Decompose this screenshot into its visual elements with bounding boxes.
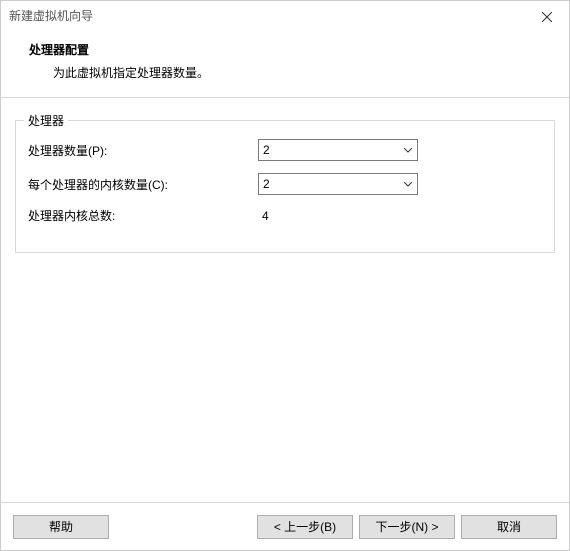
- select-processor-count-value: 2: [263, 143, 399, 157]
- wizard-header: 处理器配置 为此虚拟机指定处理器数量。: [1, 31, 569, 97]
- processors-group-legend: 处理器: [24, 112, 68, 129]
- button-bar: 帮助 < 上一步(B) 下一步(N) > 取消: [1, 502, 569, 550]
- label-total-cores: 处理器内核总数:: [28, 207, 258, 224]
- chevron-down-icon: [399, 145, 417, 156]
- label-cores-per-processor: 每个处理器的内核数量(C):: [28, 176, 258, 193]
- window-title: 新建虚拟机向导: [9, 9, 93, 23]
- page-subtitle: 为此虚拟机指定处理器数量。: [53, 64, 547, 81]
- select-cores-per-processor-value: 2: [263, 177, 399, 191]
- value-total-cores: 4: [258, 209, 269, 223]
- label-processor-count: 处理器数量(P):: [28, 142, 258, 159]
- close-icon: [542, 12, 552, 22]
- select-processor-count[interactable]: 2: [258, 139, 418, 161]
- row-processor-count: 处理器数量(P): 2: [28, 139, 542, 161]
- back-button[interactable]: < 上一步(B): [257, 515, 353, 539]
- next-button[interactable]: 下一步(N) >: [359, 515, 455, 539]
- wizard-window: 新建虚拟机向导 处理器配置 为此虚拟机指定处理器数量。 处理器 处理器数量(P)…: [0, 0, 570, 551]
- row-cores-per-processor: 每个处理器的内核数量(C): 2: [28, 173, 542, 195]
- help-button[interactable]: 帮助: [13, 515, 109, 539]
- processors-group: 处理器 处理器数量(P): 2 每个处理器的内核数量(C): 2: [15, 120, 555, 253]
- cancel-button[interactable]: 取消: [461, 515, 557, 539]
- close-button[interactable]: [524, 1, 569, 31]
- titlebar: 新建虚拟机向导: [1, 1, 569, 31]
- content-area: 处理器 处理器数量(P): 2 每个处理器的内核数量(C): 2: [1, 98, 569, 253]
- page-title: 处理器配置: [29, 41, 547, 58]
- select-cores-per-processor[interactable]: 2: [258, 173, 418, 195]
- chevron-down-icon: [399, 179, 417, 190]
- row-total-cores: 处理器内核总数: 4: [28, 207, 542, 224]
